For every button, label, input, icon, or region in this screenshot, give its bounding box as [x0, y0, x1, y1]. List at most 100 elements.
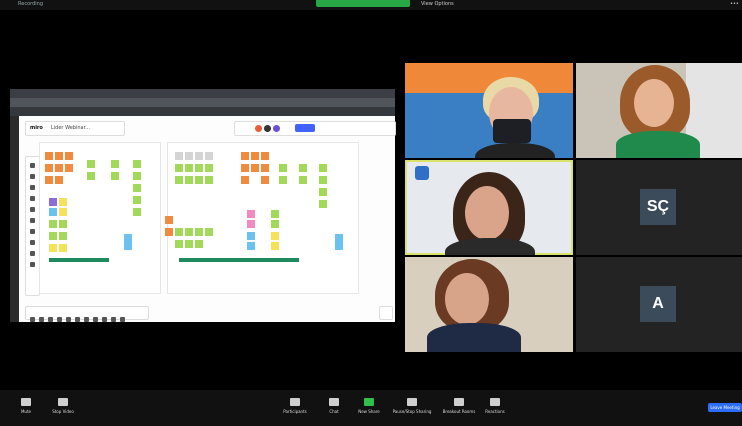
sticky-note[interactable]	[124, 234, 132, 242]
avatar[interactable]	[273, 125, 280, 132]
zoom-control[interactable]	[379, 306, 393, 320]
participant-tile-5[interactable]	[405, 257, 573, 352]
stop-video-button[interactable]: Stop Video	[46, 392, 80, 414]
sticky-note[interactable]	[59, 208, 67, 216]
sticky-note[interactable]	[271, 242, 279, 250]
avatar[interactable]	[264, 125, 271, 132]
sticky-note[interactable]	[133, 184, 141, 192]
sticky-note[interactable]	[124, 242, 132, 250]
template-tool-icon[interactable]	[30, 174, 35, 179]
more-options-icon[interactable]: •••	[730, 1, 739, 7]
sticky-note[interactable]	[247, 242, 255, 250]
sticky-note[interactable]	[175, 176, 183, 184]
sticky-note[interactable]	[175, 164, 183, 172]
sticky-note[interactable]	[241, 152, 249, 160]
sticky-note[interactable]	[319, 200, 327, 208]
participant-tile-3-active-speaker[interactable]	[405, 160, 573, 255]
sticky-note[interactable]	[175, 228, 183, 236]
sticky-note[interactable]	[59, 198, 67, 206]
sticky-note[interactable]	[49, 208, 57, 216]
sticky-note[interactable]	[133, 208, 141, 216]
sticky-note[interactable]	[59, 232, 67, 240]
view-options-button[interactable]: View Options	[421, 1, 454, 7]
tool-icon[interactable]	[93, 317, 98, 322]
sticky-note[interactable]	[133, 172, 141, 180]
sticky-note[interactable]	[45, 176, 53, 184]
upload-tool-icon[interactable]	[30, 251, 35, 256]
chat-button[interactable]: Chat	[322, 392, 346, 414]
sticky-note[interactable]	[299, 176, 307, 184]
sticky-note[interactable]	[87, 160, 95, 168]
reactions-button[interactable]: Reactions	[480, 392, 510, 414]
tool-icon[interactable]	[39, 317, 44, 322]
tool-icon[interactable]	[111, 317, 116, 322]
sticky-note-tool-icon[interactable]	[30, 196, 35, 201]
sticky-note[interactable]	[49, 220, 57, 228]
comment-tool-icon[interactable]	[30, 229, 35, 234]
participant-tile-2[interactable]	[576, 63, 742, 158]
sticky-note[interactable]	[55, 164, 63, 172]
sticky-note[interactable]	[241, 176, 249, 184]
sticky-note[interactable]	[335, 234, 343, 242]
sticky-note[interactable]	[251, 152, 259, 160]
sticky-note[interactable]	[319, 164, 327, 172]
sticky-note[interactable]	[49, 198, 57, 206]
sticky-note[interactable]	[205, 152, 213, 160]
sticky-note[interactable]	[279, 164, 287, 172]
miro-board-canvas[interactable]: miro Lider Webinar...	[19, 116, 396, 322]
sticky-note[interactable]	[165, 216, 173, 224]
sticky-note[interactable]	[55, 152, 63, 160]
tool-icon[interactable]	[102, 317, 107, 322]
select-tool-icon[interactable]	[30, 163, 35, 168]
sticky-note[interactable]	[271, 220, 279, 228]
breakout-rooms-button[interactable]: Breakout Rooms	[440, 392, 478, 414]
sticky-note[interactable]	[175, 152, 183, 160]
sticky-note[interactable]	[45, 152, 53, 160]
mute-button[interactable]: Mute	[14, 392, 38, 414]
sticky-note[interactable]	[111, 160, 119, 168]
board-banner-bar[interactable]	[49, 258, 109, 262]
screen-share-banner[interactable]	[316, 0, 410, 7]
sticky-note[interactable]	[133, 160, 141, 168]
pause-sharing-button[interactable]: Pause/Stop Sharing	[386, 392, 438, 414]
tool-icon[interactable]	[48, 317, 53, 322]
sticky-note[interactable]	[335, 242, 343, 250]
sticky-note[interactable]	[319, 176, 327, 184]
sticky-note[interactable]	[195, 228, 203, 236]
participants-button[interactable]: Participants	[278, 392, 312, 414]
tool-icon[interactable]	[75, 317, 80, 322]
text-tool-icon[interactable]	[30, 185, 35, 190]
leave-meeting-button[interactable]: Leave Meeting	[708, 403, 742, 412]
miro-share-button[interactable]	[295, 124, 315, 132]
sticky-note[interactable]	[65, 152, 73, 160]
pen-tool-icon[interactable]	[30, 218, 35, 223]
sticky-note[interactable]	[49, 232, 57, 240]
sticky-note[interactable]	[185, 176, 193, 184]
new-share-button[interactable]: New Share	[352, 392, 386, 414]
sticky-note[interactable]	[241, 164, 249, 172]
sticky-note[interactable]	[185, 152, 193, 160]
sticky-note[interactable]	[261, 164, 269, 172]
sticky-note[interactable]	[271, 210, 279, 218]
sticky-note[interactable]	[205, 176, 213, 184]
sticky-note[interactable]	[45, 164, 53, 172]
sticky-note[interactable]	[87, 172, 95, 180]
tool-icon[interactable]	[120, 317, 125, 322]
sticky-note[interactable]	[299, 164, 307, 172]
shape-tool-icon[interactable]	[30, 207, 35, 212]
tool-icon[interactable]	[66, 317, 71, 322]
tool-icon[interactable]	[84, 317, 89, 322]
sticky-note[interactable]	[247, 210, 255, 218]
sticky-note[interactable]	[59, 220, 67, 228]
sticky-note[interactable]	[261, 152, 269, 160]
sticky-note[interactable]	[205, 228, 213, 236]
sticky-note[interactable]	[319, 188, 327, 196]
sticky-note[interactable]	[185, 240, 193, 248]
sticky-note[interactable]	[251, 164, 259, 172]
sticky-note[interactable]	[185, 164, 193, 172]
participant-tile-6[interactable]: A	[576, 257, 742, 352]
browser-bookmarks-bar[interactable]	[10, 107, 395, 116]
recording-indicator[interactable]: Recording	[18, 1, 43, 7]
participant-tile-1[interactable]	[405, 63, 573, 158]
avatar[interactable]	[255, 125, 262, 132]
